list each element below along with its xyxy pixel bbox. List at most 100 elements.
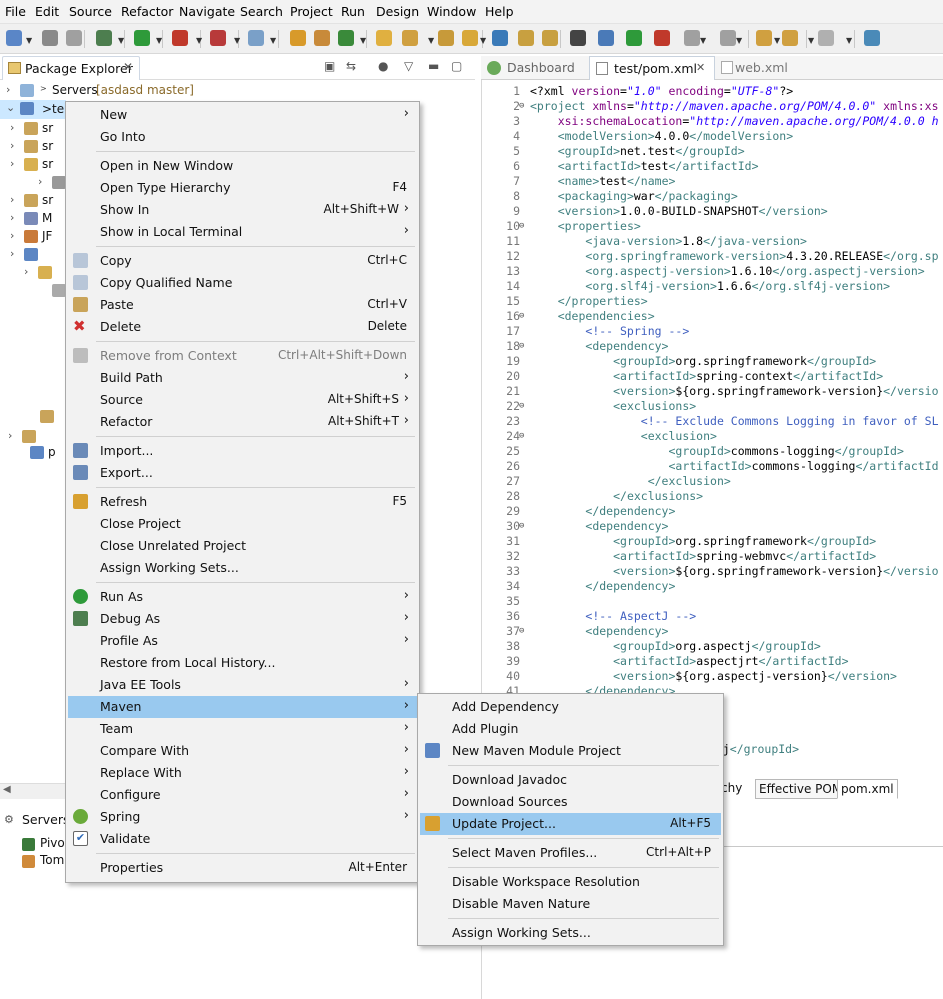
back-icon[interactable]	[782, 30, 798, 46]
open-resource-icon[interactable]	[438, 30, 454, 46]
menu-item-configure[interactable]: Configure ›	[68, 784, 417, 806]
save-icon[interactable]	[42, 30, 58, 46]
dropdown-arrow-icon[interactable]: ▼	[26, 36, 32, 45]
menu-item-java-ee-tools[interactable]: Java EE Tools ›	[68, 674, 417, 696]
tree-item[interactable]: › sr	[0, 192, 66, 210]
menu-window[interactable]: Window	[427, 4, 476, 19]
menu-refactor[interactable]: Refactor	[121, 4, 173, 19]
link-editor-icon[interactable]: ⇆	[346, 59, 356, 73]
tree-item[interactable]: ›	[0, 174, 66, 192]
menu-edit[interactable]: Edit	[35, 4, 59, 19]
fold-icon[interactable]: ⊖	[519, 399, 524, 414]
tree-item[interactable]: › sr	[0, 156, 66, 174]
menu-item-select-maven-profiles[interactable]: Select Maven Profiles... Ctrl+Alt+P	[420, 842, 721, 864]
last-edit-icon[interactable]	[756, 30, 772, 46]
dropdown-arrow-icon[interactable]: ▼	[808, 36, 814, 45]
menu-item-export[interactable]: Export...	[68, 462, 417, 484]
tab-effective-pom[interactable]: Effective POM	[755, 779, 847, 799]
focus-task-icon[interactable]: ●	[378, 59, 388, 73]
chevron-right-icon[interactable]: ›	[24, 265, 28, 278]
spring-boot-icon[interactable]	[626, 30, 642, 46]
menu-search[interactable]: Search	[240, 4, 283, 19]
menu-item-import[interactable]: Import...	[68, 440, 417, 462]
coverage-icon[interactable]	[172, 30, 188, 46]
fold-icon[interactable]: ⊖	[519, 309, 524, 324]
menu-item-compare-with[interactable]: Compare With ›	[68, 740, 417, 762]
external-tools-icon[interactable]	[248, 30, 264, 46]
menu-item-update-project[interactable]: Update Project... Alt+F5	[420, 813, 721, 835]
prev-annotation-icon[interactable]	[720, 30, 736, 46]
fold-icon[interactable]: ⊖	[519, 219, 524, 234]
chevron-right-icon[interactable]: ›	[10, 157, 14, 170]
collapse-all-icon[interactable]: ▣	[324, 59, 335, 73]
fold-icon[interactable]: ⊖	[519, 429, 524, 444]
dropdown-arrow-icon[interactable]: ▼	[118, 36, 124, 45]
menu-help[interactable]: Help	[485, 4, 514, 19]
menu-item-validate[interactable]: ✔ Validate	[68, 828, 417, 850]
chevron-right-icon[interactable]: ›	[8, 429, 12, 442]
new-icon[interactable]	[6, 30, 22, 46]
menu-item-paste[interactable]: Paste Ctrl+V	[68, 294, 417, 316]
chevron-right-icon[interactable]: ›	[10, 139, 14, 152]
menu-item-assign-working-sets[interactable]: Assign Working Sets...	[420, 922, 721, 944]
stop-icon[interactable]	[210, 30, 226, 46]
tab-dashboard[interactable]: Dashboard	[485, 56, 591, 80]
view-menu-icon[interactable]: ▽	[404, 59, 413, 73]
menu-item-disable-workspace-resolution[interactable]: Disable Workspace Resolution	[420, 871, 721, 893]
chevron-right-icon[interactable]: ›	[38, 175, 42, 188]
menu-item-new-maven-module-project[interactable]: New Maven Module Project	[420, 740, 721, 762]
dropdown-arrow-icon[interactable]: ▼	[480, 36, 486, 45]
menu-item-restore-from-local-history[interactable]: Restore from Local History...	[68, 652, 417, 674]
chevron-right-icon[interactable]: ›	[10, 211, 14, 224]
menu-item-assign-working-sets[interactable]: Assign Working Sets...	[68, 557, 417, 579]
dropdown-arrow-icon[interactable]: ▼	[700, 36, 706, 45]
new-class-icon[interactable]	[338, 30, 354, 46]
tree-item[interactable]: › sr	[0, 138, 66, 156]
menu-item-delete[interactable]: ✖ Delete Delete	[68, 316, 417, 338]
dropdown-arrow-icon[interactable]: ▼	[270, 36, 276, 45]
pin-icon[interactable]	[598, 30, 614, 46]
menu-project[interactable]: Project	[290, 4, 333, 19]
next-annotation-icon[interactable]	[684, 30, 700, 46]
menu-file[interactable]: File	[5, 4, 26, 19]
menu-item-maven[interactable]: Maven ›	[68, 696, 417, 718]
dropdown-arrow-icon[interactable]: ▼	[846, 36, 852, 45]
menu-item-spring[interactable]: Spring ›	[68, 806, 417, 828]
menu-item-remove-from-context[interactable]: Remove from Context Ctrl+Alt+Shift+Down	[68, 345, 417, 367]
scroll-left-icon[interactable]: ◀	[3, 784, 11, 795]
tree-item-servers[interactable]: › > Servers [asdasd master]	[6, 82, 466, 100]
menu-item-show-in-local-terminal[interactable]: Show in Local Terminal ›	[68, 221, 417, 243]
package-explorer-tab[interactable]: Package Explorer ✕	[2, 56, 140, 80]
server-item[interactable]: Tom	[22, 853, 64, 868]
new-java-project-icon[interactable]	[290, 30, 306, 46]
menu-navigate[interactable]: Navigate	[179, 4, 235, 19]
servers-tab[interactable]: ⚙ Servers	[0, 808, 70, 830]
chevron-right-icon[interactable]: ›	[10, 229, 14, 242]
run-icon[interactable]	[134, 30, 150, 46]
tree-item[interactable]: ›	[0, 264, 66, 282]
fold-icon[interactable]: ⊖	[519, 519, 524, 534]
debug-icon[interactable]	[96, 30, 112, 46]
menu-item-profile-as[interactable]: Profile As ›	[68, 630, 417, 652]
menu-item-debug-as[interactable]: Debug As ›	[68, 608, 417, 630]
show-whitespace-icon[interactable]	[570, 30, 586, 46]
forward-icon[interactable]	[818, 30, 834, 46]
new-package-icon[interactable]	[314, 30, 330, 46]
menu-item-disable-maven-nature[interactable]: Disable Maven Nature	[420, 893, 721, 915]
dropdown-arrow-icon[interactable]: ▼	[196, 36, 202, 45]
dropdown-arrow-icon[interactable]: ▼	[736, 36, 742, 45]
tree-item[interactable]: › JF	[0, 228, 66, 246]
dropdown-arrow-icon[interactable]: ▼	[156, 36, 162, 45]
menu-item-source[interactable]: Source Alt+Shift+S ›	[68, 389, 417, 411]
perspective-icon[interactable]	[864, 30, 880, 46]
dropdown-arrow-icon[interactable]: ▼	[428, 36, 434, 45]
chevron-down-icon[interactable]: ⌄	[6, 101, 15, 114]
close-icon[interactable]: ✕	[123, 60, 133, 74]
menu-item-close-project[interactable]: Close Project	[68, 513, 417, 535]
menu-item-download-javadoc[interactable]: Download Javadoc	[420, 769, 721, 791]
annotate-icon[interactable]	[518, 30, 534, 46]
open-task-icon[interactable]	[462, 30, 478, 46]
menu-item-close-unrelated-project[interactable]: Close Unrelated Project	[68, 535, 417, 557]
menu-item-add-dependency[interactable]: Add Dependency	[420, 696, 721, 718]
dropdown-arrow-icon[interactable]: ▼	[360, 36, 366, 45]
